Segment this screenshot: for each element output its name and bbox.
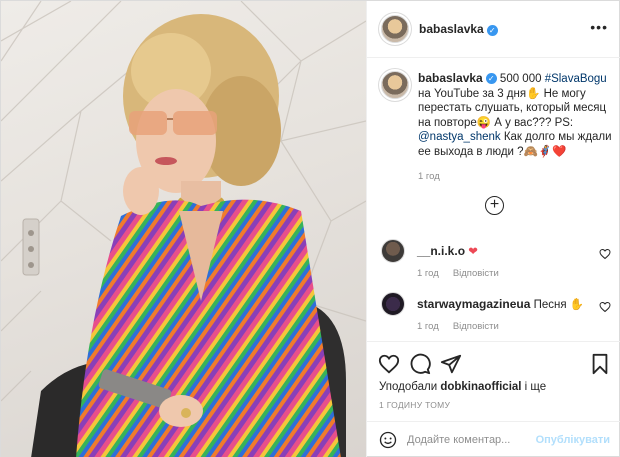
comment-time: 1 год bbox=[417, 321, 439, 332]
caption-mention-link[interactable]: @nastya_shenk bbox=[418, 131, 501, 143]
commenter-username[interactable]: __n.i.k.o bbox=[417, 244, 465, 258]
comment-line: __n.i.k.o ❤ bbox=[417, 244, 478, 258]
caption-part-2: на YouTube за 3 дня✋ Не могу перестать с… bbox=[418, 87, 607, 129]
commenter-avatar[interactable] bbox=[381, 239, 405, 263]
caption-time: 1 год bbox=[418, 171, 440, 182]
bookmark-icon[interactable] bbox=[589, 353, 611, 375]
likes-summary: Уподобали dobkinaofficial і ще bbox=[379, 381, 546, 393]
comment-item: starwaymagazineua Песня ✋ 1 год Відповіст… bbox=[381, 292, 611, 342]
post-actions bbox=[367, 341, 620, 383]
author-avatar[interactable] bbox=[381, 15, 409, 43]
commenter-username[interactable]: starwaymagazineua bbox=[417, 297, 530, 311]
smiley-icon[interactable] bbox=[379, 431, 397, 449]
publish-button[interactable]: Опублікувати bbox=[536, 434, 610, 446]
heart-icon[interactable] bbox=[378, 353, 400, 375]
caption-part-1: 500 000 bbox=[499, 73, 545, 85]
instagram-post: babaslavka ✓ ••• babaslavka ✓ 500 000 #Sla… bbox=[0, 0, 620, 457]
reply-button[interactable]: Відповісти bbox=[453, 268, 499, 279]
comment-line: starwaymagazineua Песня ✋ bbox=[417, 297, 584, 311]
post-photo[interactable] bbox=[1, 1, 366, 457]
comment-time: 1 год bbox=[417, 268, 439, 279]
likes-prefix: Уподобали bbox=[379, 381, 441, 393]
comment-meta: 1 год Відповісти bbox=[417, 321, 499, 332]
comment-bubble-icon[interactable] bbox=[409, 353, 431, 375]
commenter-avatar[interactable] bbox=[381, 292, 405, 316]
author-name-row: babaslavka ✓ bbox=[419, 22, 498, 36]
paper-plane-icon[interactable] bbox=[440, 353, 462, 375]
post-sidebar: babaslavka ✓ ••• babaslavka ✓ 500 000 #Sla… bbox=[366, 1, 620, 457]
author-username[interactable]: babaslavka bbox=[419, 22, 484, 36]
caption-text: babaslavka ✓ 500 000 #SlavaBogu на YouTub… bbox=[418, 71, 614, 185]
likes-suffix[interactable]: і ще bbox=[521, 381, 547, 393]
likes-user-link[interactable]: dobkinaofficial bbox=[440, 381, 521, 393]
comment-meta: 1 год Відповісти bbox=[417, 268, 499, 279]
load-more-comments-button[interactable]: + bbox=[485, 196, 504, 215]
verified-badge-icon: ✓ bbox=[486, 24, 498, 36]
comment-like-heart-icon[interactable] bbox=[599, 248, 611, 260]
more-options-icon[interactable]: ••• bbox=[590, 19, 608, 35]
caption-username[interactable]: babaslavka bbox=[418, 71, 483, 85]
caption-verified-badge-icon: ✓ bbox=[485, 73, 497, 85]
comment-text: ❤ bbox=[468, 246, 478, 258]
caption-hashtag-link[interactable]: #SlavaBogu bbox=[545, 73, 607, 85]
comment-item: __n.i.k.o ❤ 1 год Відповісти bbox=[381, 239, 611, 289]
caption-author-avatar[interactable] bbox=[381, 71, 409, 99]
photo-illustration bbox=[1, 1, 366, 457]
add-comment-bar: Опублікувати bbox=[367, 421, 620, 457]
post-timestamp: 1 ГОДИНУ ТОМУ bbox=[379, 400, 451, 410]
post-header: babaslavka ✓ ••• bbox=[367, 1, 620, 58]
comment-like-heart-icon[interactable] bbox=[599, 301, 611, 313]
comment-text: Песня ✋ bbox=[533, 299, 585, 311]
reply-button[interactable]: Відповісти bbox=[453, 321, 499, 332]
comment-input[interactable] bbox=[407, 431, 537, 449]
